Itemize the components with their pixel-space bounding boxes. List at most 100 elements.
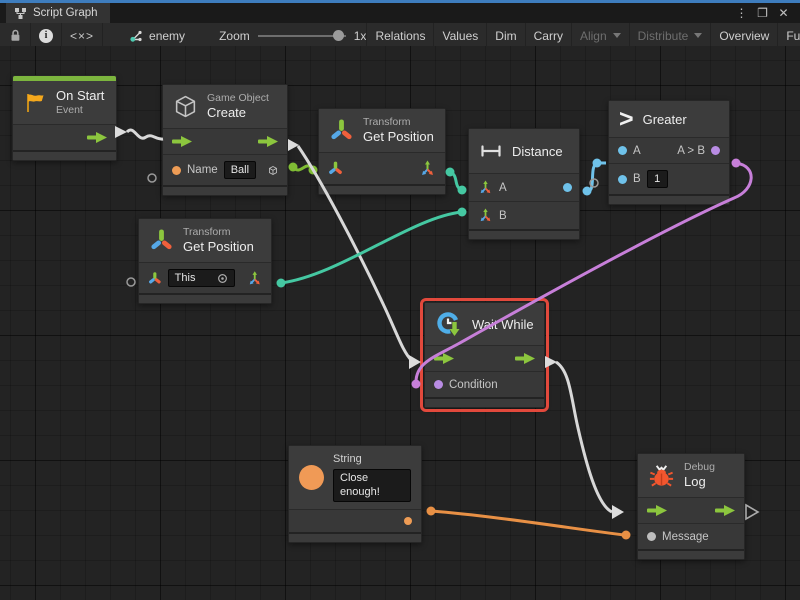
vector3-input-port[interactable] [478, 180, 493, 195]
node-on-start-event[interactable]: On Start Event [12, 75, 117, 161]
dim-button[interactable]: Dim [486, 23, 524, 48]
node-title: On Start [56, 88, 104, 104]
unconnected-port-hint [590, 179, 598, 187]
node-category: Transform [183, 226, 254, 239]
window-menu-icon[interactable]: ⋮ [733, 6, 750, 20]
input-a-port[interactable] [618, 146, 627, 155]
carry-button[interactable]: Carry [525, 23, 571, 48]
string-value-field[interactable]: Close enough! [333, 469, 411, 503]
distribute-label: Distribute [638, 29, 689, 43]
node-header: String Close enough! [289, 446, 421, 509]
zoom-control: Zoom 1x [219, 23, 366, 48]
bool-output-port[interactable] [711, 146, 720, 155]
flow-out-port[interactable] [715, 505, 735, 516]
node-header: On Start Event [13, 81, 116, 124]
node-get-position-ball[interactable]: Transform Get Position [318, 108, 446, 195]
node-header: Transform Get Position [139, 219, 271, 262]
message-input-port[interactable] [647, 532, 656, 541]
flow-in-port[interactable] [647, 505, 667, 516]
vector3-output-port[interactable] [419, 160, 436, 177]
distance-icon [479, 139, 503, 163]
wire-endpoint-dot [446, 168, 455, 177]
port-label: B [633, 173, 641, 185]
output-port-row [289, 509, 421, 532]
zoom-slider-handle[interactable] [333, 30, 344, 41]
wire-endpoint-dot [289, 163, 298, 172]
input-b-port[interactable] [618, 175, 627, 184]
float-output-port[interactable] [563, 183, 572, 192]
window-maximize-icon[interactable]: ❐ [754, 6, 771, 20]
vector3-input-port[interactable] [478, 208, 493, 223]
node-string-literal[interactable]: String Close enough! [288, 445, 422, 543]
input-b-row: B [469, 201, 579, 229]
wire-vector-a [450, 172, 462, 190]
overview-button[interactable]: Overview [710, 23, 777, 48]
flow-in-port[interactable] [434, 353, 454, 364]
node-title: Get Position [183, 239, 254, 255]
wire-endpoint-dot [458, 208, 467, 217]
game-object-output-port[interactable] [268, 164, 278, 177]
b-value-field[interactable]: 1 [647, 170, 668, 188]
node-header: Debug Log [638, 454, 744, 497]
fullscreen-button[interactable]: Full Screen [777, 23, 800, 48]
node-title: Log [684, 474, 715, 490]
transform-icon [149, 228, 174, 253]
node-create-game-object[interactable]: Game Object Create Name Ball [162, 84, 288, 196]
lock-icon [8, 28, 22, 43]
tab-script-graph[interactable]: Script Graph [6, 3, 110, 23]
wire-start-arrow [545, 356, 557, 368]
name-value-field[interactable]: Ball [224, 161, 256, 179]
values-label: Values [442, 29, 478, 43]
node-category: Transform [363, 116, 434, 129]
graph-canvas[interactable]: On Start Event Game Object [0, 46, 800, 600]
port-label: A [499, 182, 507, 194]
string-output-port[interactable] [404, 517, 412, 525]
node-header: Distance [469, 129, 579, 173]
input-b-row: B 1 [609, 163, 729, 194]
align-label: Align [580, 29, 607, 43]
node-footer [638, 549, 744, 559]
flow-out-port[interactable] [87, 132, 107, 143]
unconnected-port-hint [127, 278, 135, 286]
node-distance[interactable]: Distance A B [468, 128, 580, 240]
window-controls: ⋮ ❐ ✕ [733, 3, 800, 23]
relations-button[interactable]: Relations [366, 23, 433, 48]
values-button[interactable]: Values [433, 23, 486, 48]
wire-flow-onstart-create [127, 130, 163, 139]
node-title: Wait While [472, 317, 534, 332]
string-input-port[interactable] [172, 166, 181, 175]
transform-input-port[interactable] [328, 161, 343, 176]
flow-out-port[interactable] [515, 353, 535, 364]
node-debug-log[interactable]: Debug Log Message [637, 453, 745, 560]
node-wait-while[interactable]: Wait While Condition [424, 302, 545, 408]
node-footer [163, 185, 287, 195]
node-category: Debug [684, 461, 715, 474]
condition-input-port[interactable] [434, 380, 443, 389]
greater-icon: > [619, 108, 634, 130]
zoom-slider[interactable] [258, 35, 346, 37]
wire-end-arrow [409, 355, 421, 369]
wire-gameobject [293, 166, 313, 170]
node-header: Game Object Create [163, 85, 287, 128]
info-icon: i [39, 29, 53, 43]
flow-in-port[interactable] [172, 136, 192, 147]
code-view-button[interactable]: <×> [62, 23, 103, 48]
window-close-icon[interactable]: ✕ [775, 6, 792, 20]
node-greater[interactable]: > Greater A A > B B 1 [608, 100, 730, 205]
target-field[interactable]: This [168, 269, 235, 287]
transform-input-port[interactable] [148, 271, 162, 286]
inspect-button[interactable]: i [31, 23, 62, 48]
graph-reference[interactable]: enemy [129, 23, 185, 48]
vector3-output-port[interactable] [247, 270, 262, 287]
lock-button[interactable] [0, 23, 31, 48]
dropdown-caret-icon [613, 33, 621, 38]
wire-endpoint-dot [732, 159, 741, 168]
node-get-position-this[interactable]: Transform Get Position This [138, 218, 272, 304]
flow-port-row [163, 128, 287, 154]
flow-port-row [638, 497, 744, 523]
flow-out-port[interactable] [258, 136, 278, 147]
wire-endpoint-dot [309, 166, 318, 175]
object-picker-icon[interactable] [217, 273, 228, 284]
node-footer [609, 194, 729, 204]
condition-port-row: Condition [425, 371, 544, 397]
